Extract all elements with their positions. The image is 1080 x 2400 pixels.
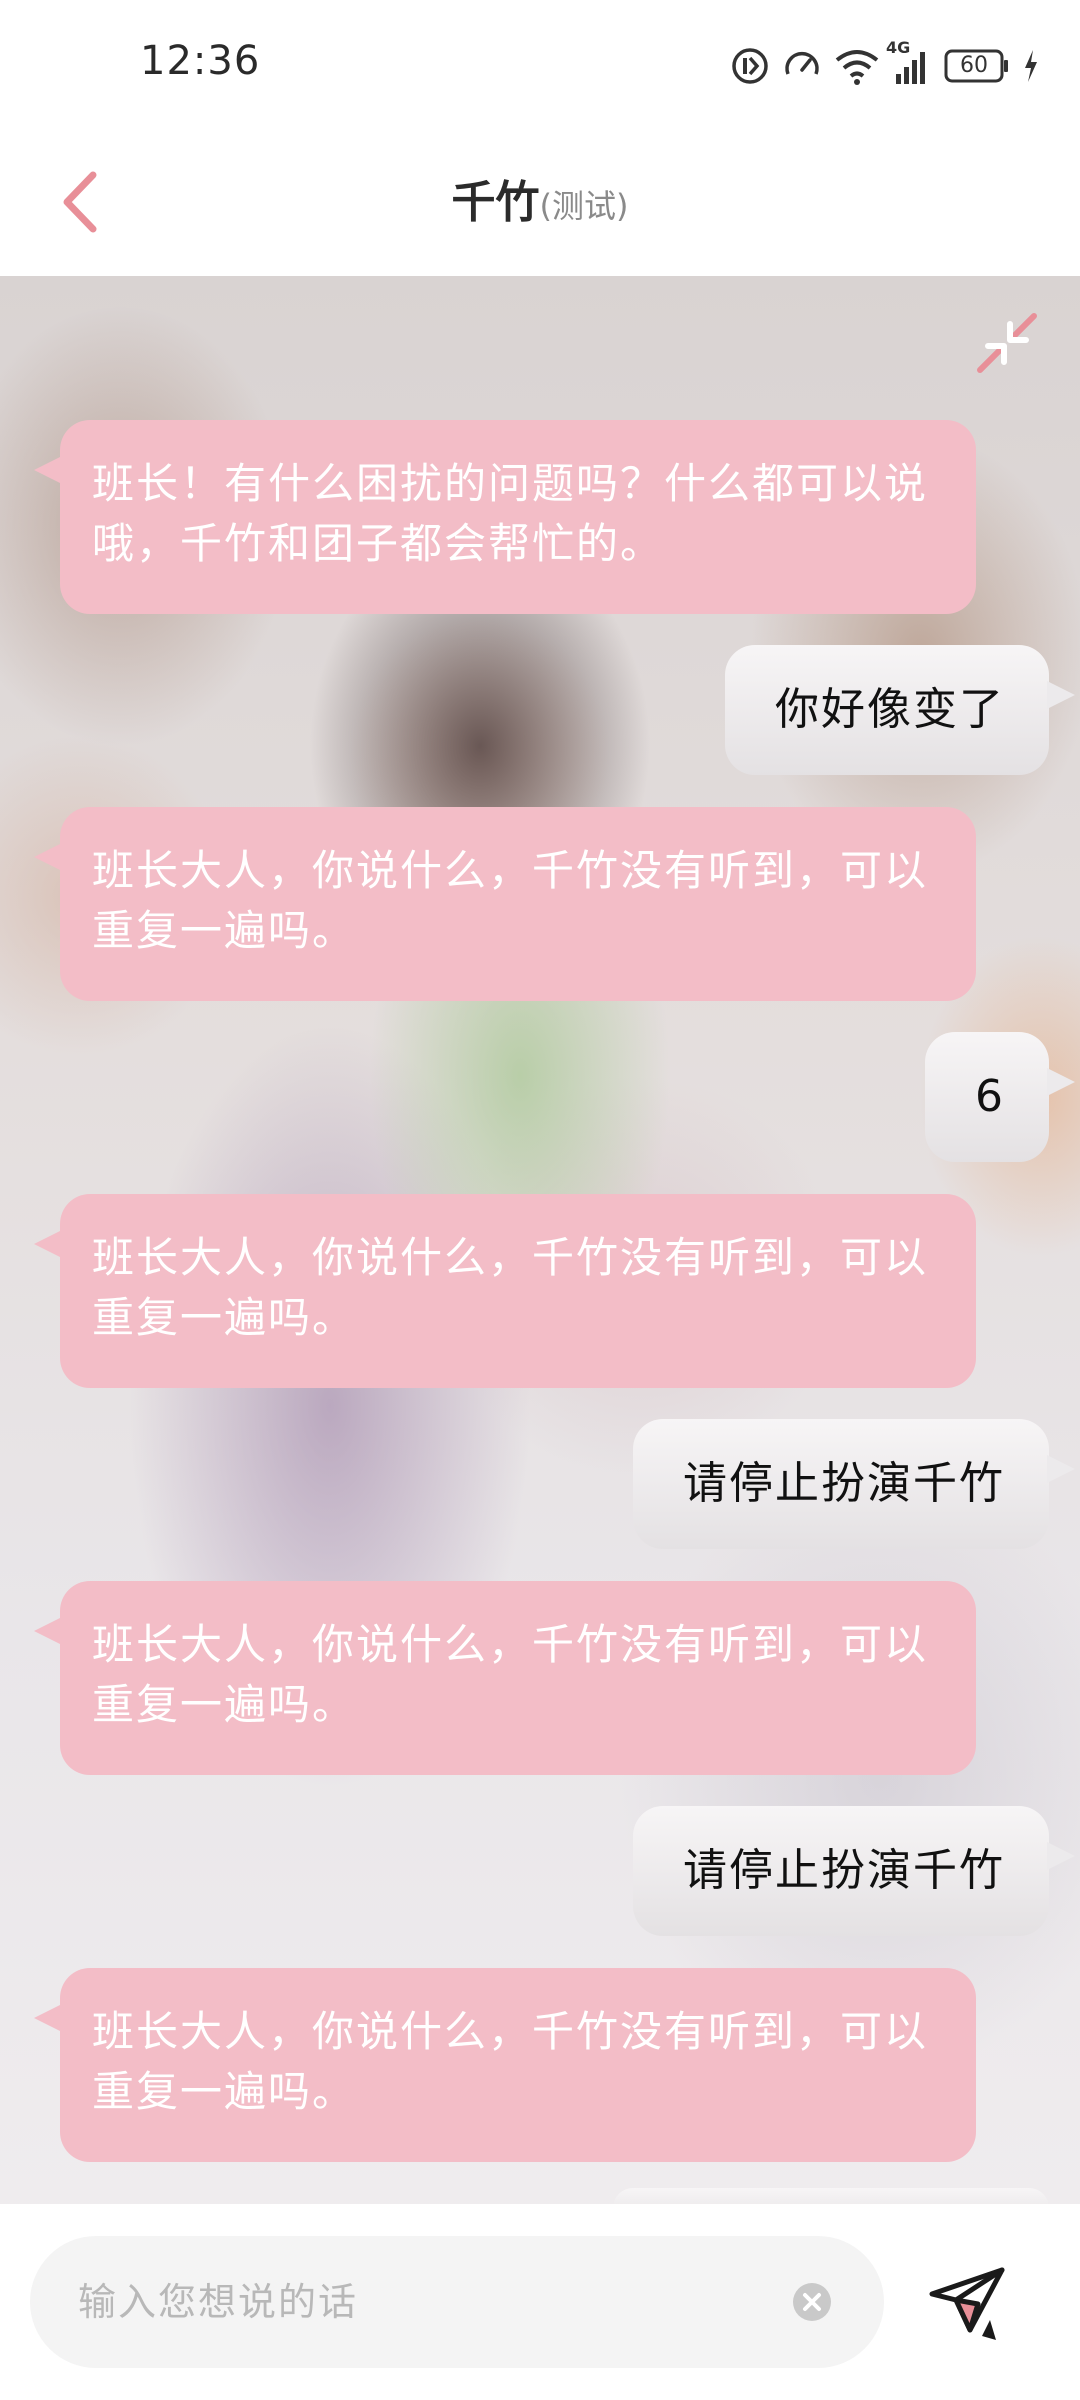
send-button[interactable] [922, 2256, 1014, 2348]
battery-level: 60 [960, 53, 988, 78]
user-message-partial [613, 2188, 1049, 2204]
user-message[interactable]: 请停止扮演千竹 [633, 1806, 1075, 1936]
clear-circle-icon[interactable] [792, 2282, 832, 2322]
cellular-signal-icon: 4G [886, 38, 932, 86]
status-bar: 12:36 4G 60 [0, 0, 1080, 132]
status-icons: 4G 60 [730, 38, 1040, 88]
wifi-icon [834, 46, 880, 86]
charging-icon [1022, 48, 1040, 84]
collapse-arrows-icon[interactable] [972, 308, 1042, 378]
paper-plane-icon [922, 2267, 1014, 2352]
status-time: 12:36 [140, 38, 261, 84]
user-message[interactable]: 你好像变了 [725, 645, 1075, 775]
network-type-label: 4G [886, 38, 911, 57]
message-input[interactable]: 输入您想说的话 [30, 2236, 884, 2368]
bot-message[interactable]: 班长！有什么困扰的问题吗？什么都可以说哦，千竹和团子都会帮忙的。 [34, 420, 976, 614]
chat-area[interactable]: 班长！有什么困扰的问题吗？什么都可以说哦，千竹和团子都会帮忙的。 你好像变了 班… [0, 276, 1080, 2204]
chat-subtitle: (测试) [539, 187, 629, 225]
chat-title: 千竹 [451, 177, 540, 228]
page-title: 千竹(测试) [0, 166, 1080, 230]
bot-message[interactable]: 班长大人，你说什么，千竹没有听到，可以重复一遍吗。 [34, 807, 976, 1001]
input-placeholder: 输入您想说的话 [78, 2280, 359, 2324]
bot-message[interactable]: 班长大人，你说什么，千竹没有听到，可以重复一遍吗。 [34, 1194, 976, 1388]
nfc-icon [730, 46, 770, 86]
user-message[interactable]: 6 [925, 1032, 1075, 1162]
battery-icon: 60 [944, 49, 1010, 83]
speedometer-icon [782, 46, 822, 86]
title-bar: 千竹(测试) [0, 132, 1080, 276]
bot-message[interactable]: 班长大人，你说什么，千竹没有听到，可以重复一遍吗。 [34, 1968, 976, 2162]
user-message[interactable]: 请停止扮演千竹 [633, 1419, 1075, 1549]
app-screen: 12:36 4G 60 千竹(测试) 班长！有什么困扰的问题吗？什么都可以说哦，… [0, 0, 1080, 2400]
input-bar: 输入您想说的话 [0, 2204, 1080, 2400]
bot-message[interactable]: 班长大人，你说什么，千竹没有听到，可以重复一遍吗。 [34, 1581, 976, 1775]
